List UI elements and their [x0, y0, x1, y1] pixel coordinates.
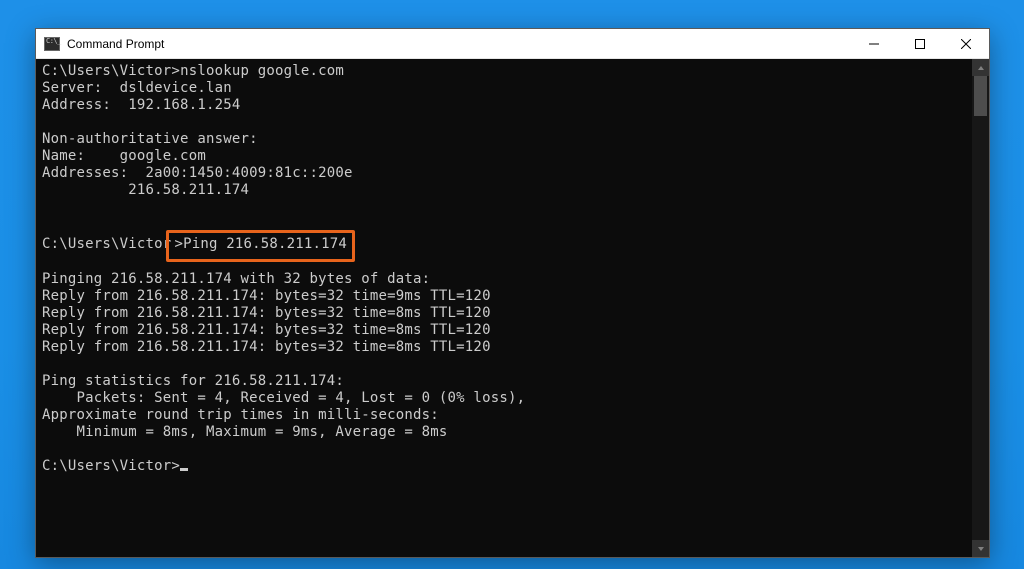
output-line: Non-authoritative answer:: [42, 131, 966, 148]
output-line: [42, 441, 966, 458]
output-line: Reply from 216.58.211.174: bytes=32 time…: [42, 322, 966, 339]
command-prompt-window: Command Prompt C:\Users\Victor>nslookup …: [35, 28, 990, 558]
output-line: Approximate round trip times in milli-se…: [42, 407, 966, 424]
scrollbar-up-button[interactable]: [972, 59, 989, 76]
prompt: C:\Users\Victor>: [42, 458, 180, 474]
output-line: Address: 192.168.1.254: [42, 97, 966, 114]
command-nslookup: nslookup google.com: [180, 63, 344, 79]
minimize-button[interactable]: [851, 29, 897, 58]
output-line: [42, 114, 966, 131]
output-line: Addresses: 2a00:1450:4009:81c::200e: [42, 165, 966, 182]
output-line: Minimum = 8ms, Maximum = 9ms, Average = …: [42, 424, 966, 441]
scrollbar-down-button[interactable]: [972, 540, 989, 557]
vertical-scrollbar[interactable]: [972, 59, 989, 557]
output-line: [42, 356, 966, 373]
output-line: Reply from 216.58.211.174: bytes=32 time…: [42, 305, 966, 322]
output-line: Ping statistics for 216.58.211.174:: [42, 373, 966, 390]
output-line: 216.58.211.174: [42, 182, 966, 199]
close-button[interactable]: [943, 29, 989, 58]
highlighted-ping-command: >Ping 216.58.211.174: [166, 230, 355, 262]
window-title: Command Prompt: [67, 37, 851, 51]
maximize-button[interactable]: [897, 29, 943, 58]
desktop-background: Command Prompt C:\Users\Victor>nslookup …: [0, 0, 1024, 569]
scrollbar-thumb[interactable]: [974, 76, 987, 116]
title-bar[interactable]: Command Prompt: [36, 29, 989, 59]
scrollbar-track[interactable]: [972, 76, 989, 540]
cursor: [180, 468, 188, 471]
output-line: Name: google.com: [42, 148, 966, 165]
output-line: Server: dsldevice.lan: [42, 80, 966, 97]
prompt: C:\Users\Victor: [42, 236, 171, 252]
output-line: Pinging 216.58.211.174 with 32 bytes of …: [42, 271, 966, 288]
output-line: [42, 199, 966, 216]
output-line: Reply from 216.58.211.174: bytes=32 time…: [42, 339, 966, 356]
prompt: C:\Users\Victor>: [42, 63, 180, 79]
client-area: C:\Users\Victor>nslookup google.comServe…: [36, 59, 989, 557]
output-line: Reply from 216.58.211.174: bytes=32 time…: [42, 288, 966, 305]
window-controls: [851, 29, 989, 58]
output-line: Packets: Sent = 4, Received = 4, Lost = …: [42, 390, 966, 407]
cmd-icon: [44, 37, 60, 51]
terminal-output[interactable]: C:\Users\Victor>nslookup google.comServe…: [36, 59, 972, 557]
